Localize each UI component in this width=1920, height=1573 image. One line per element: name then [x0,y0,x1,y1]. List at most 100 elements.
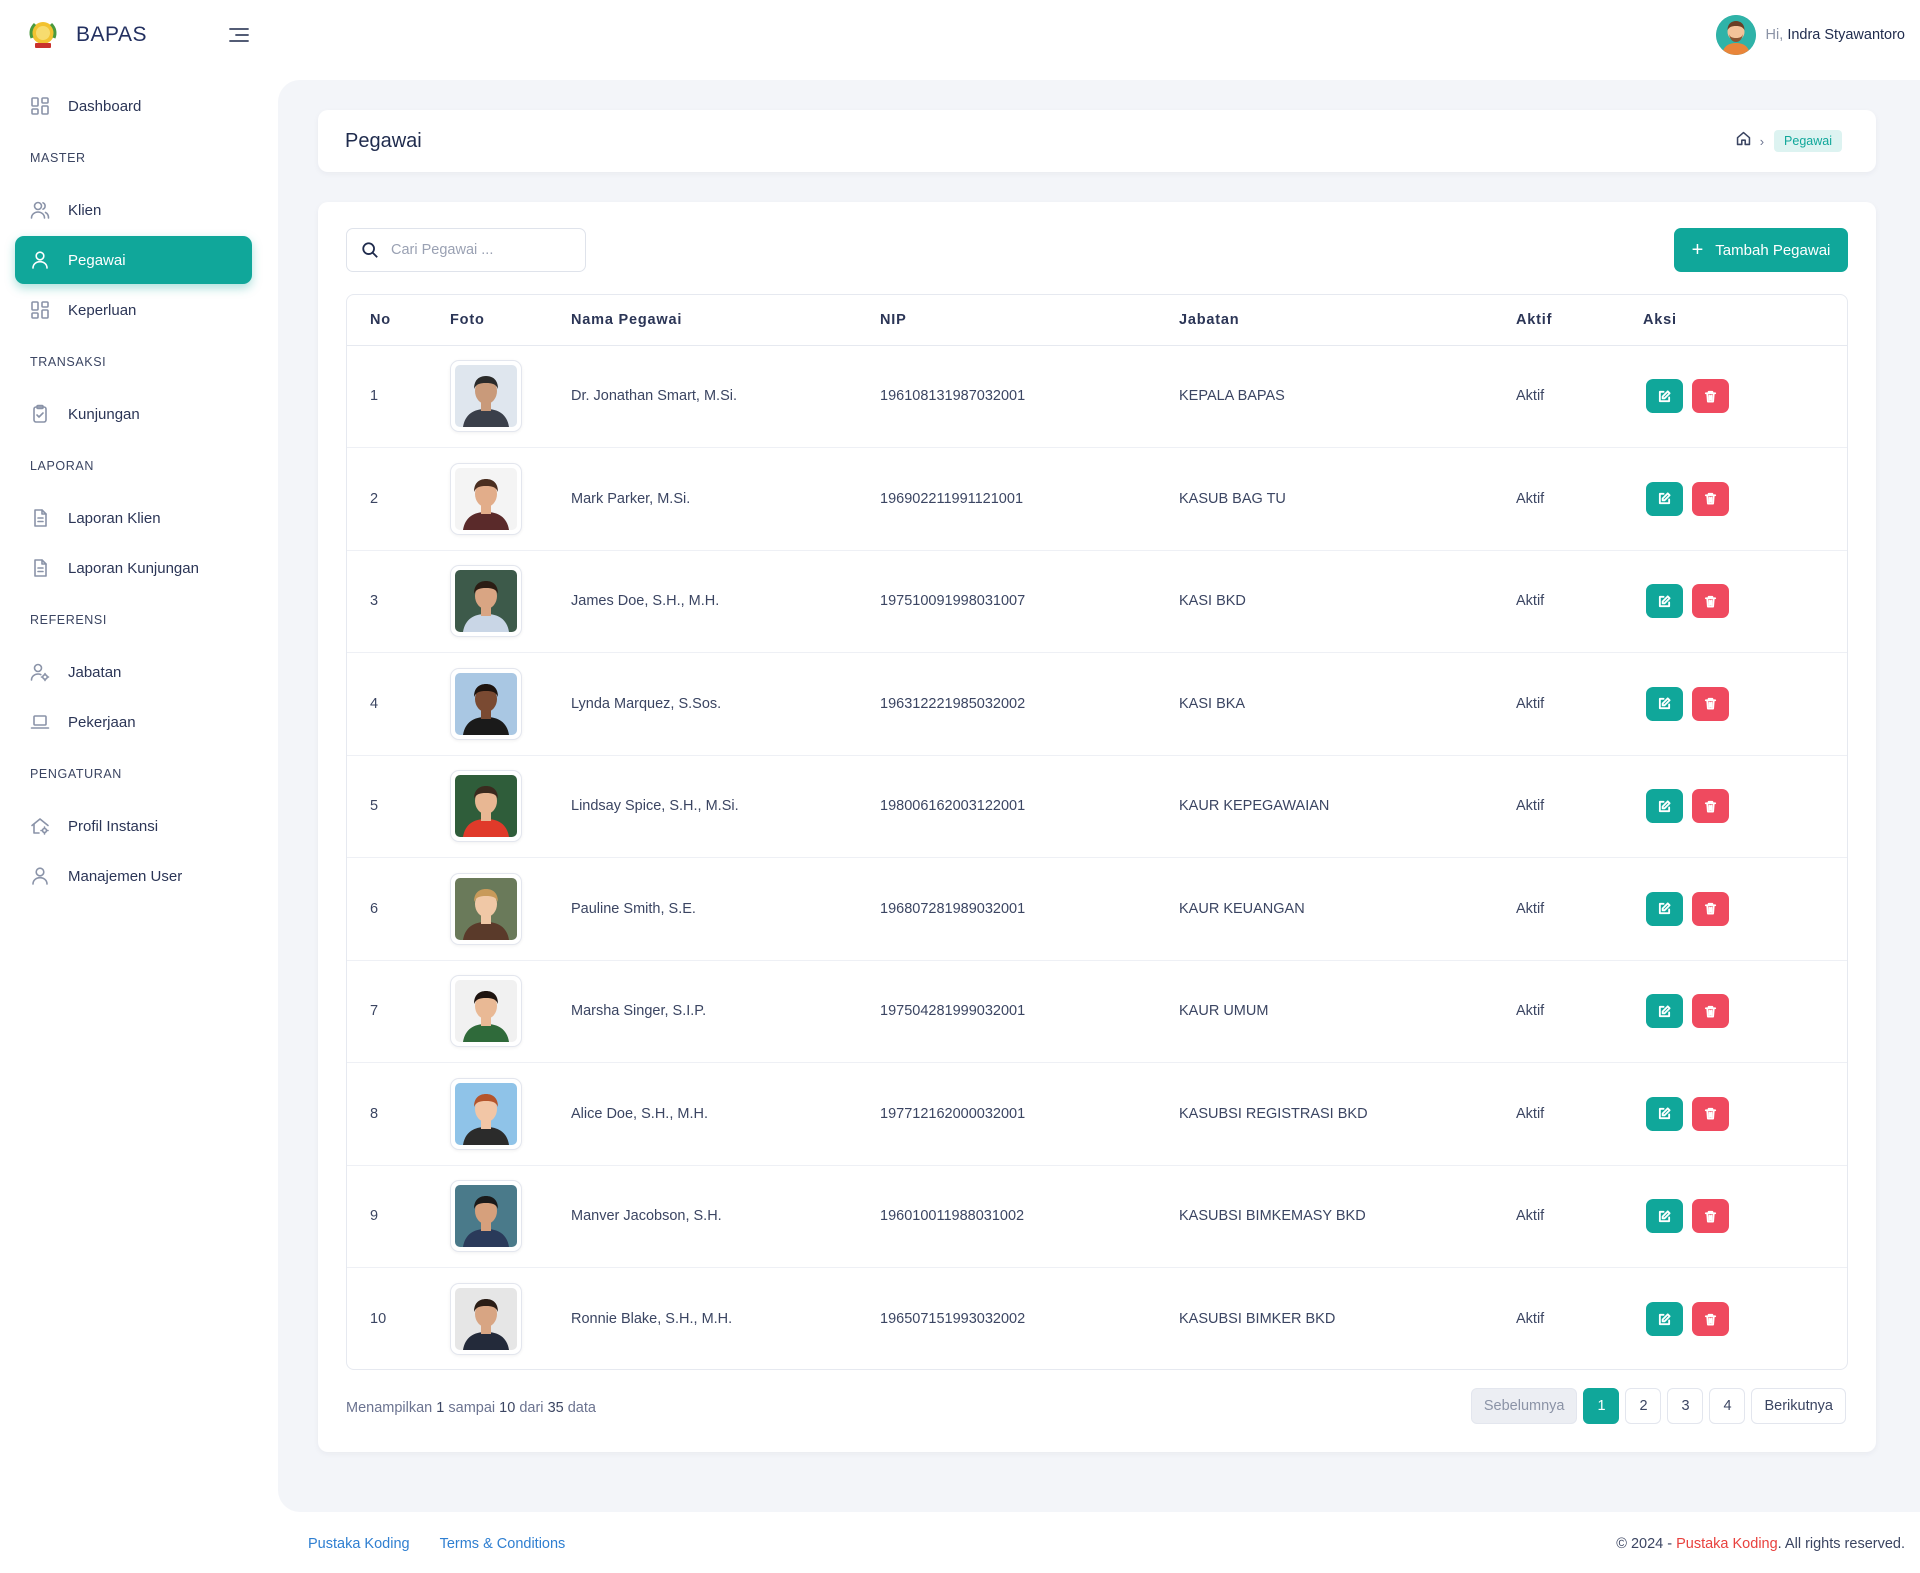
page-header: Pegawai › Pegawai [318,110,1876,172]
sidebar-item-dashboard[interactable]: Dashboard [15,82,252,130]
home-cog-icon [31,818,49,835]
table-row: 7 Marsha Singer, S.I.P. 197504281999032001… [347,960,1847,1063]
row-actions [1643,379,1847,414]
search-icon [362,242,378,258]
user-greeting: Hi, Indra Styawantoro [1766,27,1905,43]
sidebar-item-laporan-kunjungan[interactable]: Laporan Kunjungan [15,544,252,592]
sidebar-item-keperluan[interactable]: Keperluan [15,286,252,334]
pagination-page-2[interactable]: 2 [1625,1388,1662,1424]
cell-aksi [1643,1165,1847,1268]
sidebar-item-label: Jabatan [68,663,122,681]
copyright-suffix: . All rights reserved. [1777,1536,1905,1552]
cell-no: 1 [347,345,450,448]
edit-button[interactable] [1646,481,1683,516]
cell-nip: 196312221985032002 [880,652,1179,756]
edit-icon [1658,902,1671,915]
sidebar-item-label: Kunjungan [68,405,140,423]
delete-button[interactable] [1692,789,1729,824]
cell-foto [450,652,571,756]
pagination-page-4[interactable]: 4 [1709,1388,1746,1424]
column-header-foto[interactable]: Foto [450,295,571,346]
breadcrumb-home[interactable] [1735,130,1752,152]
employee-table: No Foto Nama Pegawai NIP Jabatan Aktif A… [346,294,1848,1370]
cell-nip: 197510091998031007 [880,550,1179,653]
edit-button[interactable] [1646,686,1683,721]
plus-icon: + [1691,239,1704,261]
pagination-next-button[interactable]: Berikutnya [1751,1388,1846,1424]
sidebar-item-jabatan[interactable]: Jabatan [15,648,252,696]
copyright-brand[interactable]: Pustaka Koding [1676,1536,1778,1552]
avatar [1715,15,1756,55]
delete-button[interactable] [1692,481,1729,516]
delete-button[interactable] [1692,1302,1729,1336]
brand[interactable]: BAPAS [26,18,147,52]
delete-button[interactable] [1692,891,1729,926]
portrait-image [455,980,517,1043]
edit-button[interactable] [1646,584,1683,619]
edit-button[interactable] [1646,789,1683,824]
sidebar-item-manajemen-user[interactable]: Manajemen User [15,852,252,900]
delete-button[interactable] [1692,379,1729,414]
menu-toggle-icon[interactable] [226,25,250,45]
trash-icon [1704,1210,1717,1223]
pagination-page-1[interactable]: 1 [1583,1388,1620,1424]
edit-button[interactable] [1646,1302,1683,1336]
pagination-prev-button[interactable]: Sebelumnya [1470,1388,1578,1424]
sidebar-item-laporan-klien[interactable]: Laporan Klien [15,494,252,542]
cell-aktif: Aktif [1516,345,1643,448]
row-actions [1643,1199,1847,1234]
edit-button[interactable] [1646,891,1683,926]
edit-button[interactable] [1646,379,1683,414]
column-header-no[interactable]: No [347,295,450,346]
add-employee-button[interactable]: + Tambah Pegawai [1674,228,1848,272]
cell-aktif: Aktif [1516,550,1643,653]
search-input[interactable] [391,242,571,258]
employee-photo [450,1283,522,1355]
cell-aksi [1643,857,1847,961]
portrait-image [455,467,517,530]
edit-button[interactable] [1646,994,1683,1029]
delete-button[interactable] [1692,686,1729,721]
sidebar-item-klien[interactable]: Klien [15,186,252,234]
footer-link-pustaka-koding[interactable]: Pustaka Koding [308,1536,410,1552]
cell-nama: Dr. Jonathan Smart, M.Si. [571,345,880,448]
edit-icon [1658,1005,1671,1017]
sidebar-item-pekerjaan[interactable]: Pekerjaan [15,698,252,746]
sidebar-item-label: Manajemen User [68,867,183,885]
column-header-jabatan[interactable]: Jabatan [1179,295,1516,346]
row-actions [1643,1096,1847,1131]
sidebar-item-profil-instansi[interactable]: Profil Instansi [15,802,252,850]
sidebar-item-label: Profil Instansi [68,817,159,835]
sidebar-item-label: Pekerjaan [68,713,136,731]
cell-nip: 197712162000032001 [880,1062,1179,1166]
column-header-nama[interactable]: Nama Pegawai [571,295,880,346]
edit-button[interactable] [1646,1199,1683,1234]
delete-button[interactable] [1692,1096,1729,1131]
edit-button[interactable] [1646,1096,1683,1131]
delete-button[interactable] [1692,1199,1729,1234]
delete-button[interactable] [1692,994,1729,1029]
sidebar-section-referensi: REFERENSI [30,613,107,627]
cell-jabatan: KAUR UMUM [1179,960,1516,1063]
sidebar-item-label: Keperluan [68,301,137,319]
sidebar-item-kunjungan[interactable]: Kunjungan [15,390,252,438]
sidebar-menu: Dashboard MASTER Klien Pegawai Keperluan… [15,80,252,902]
cell-nip: 197504281999032001 [880,960,1179,1063]
cell-nama: Marsha Singer, S.I.P. [571,960,880,1063]
cell-aktif: Aktif [1516,755,1643,858]
info-of-word: dari [519,1400,544,1416]
cell-aksi [1643,960,1847,1063]
employee-photo [450,1077,522,1150]
footer-link-terms[interactable]: Terms & Conditions [440,1536,566,1552]
pagination-page-3[interactable]: 3 [1667,1388,1704,1424]
sidebar-item-pegawai[interactable]: Pegawai [15,236,252,284]
user-menu[interactable]: Hi, Indra Styawantoro [1715,14,1905,56]
cell-aksi [1643,1062,1847,1166]
column-header-aktif[interactable]: Aktif [1516,295,1643,346]
search-box[interactable] [346,228,586,272]
cell-foto [450,857,571,961]
cell-foto [450,1062,571,1166]
column-header-nip[interactable]: NIP [880,295,1179,346]
delete-button[interactable] [1692,584,1729,619]
sidebar-section-laporan: LAPORAN [30,459,94,473]
